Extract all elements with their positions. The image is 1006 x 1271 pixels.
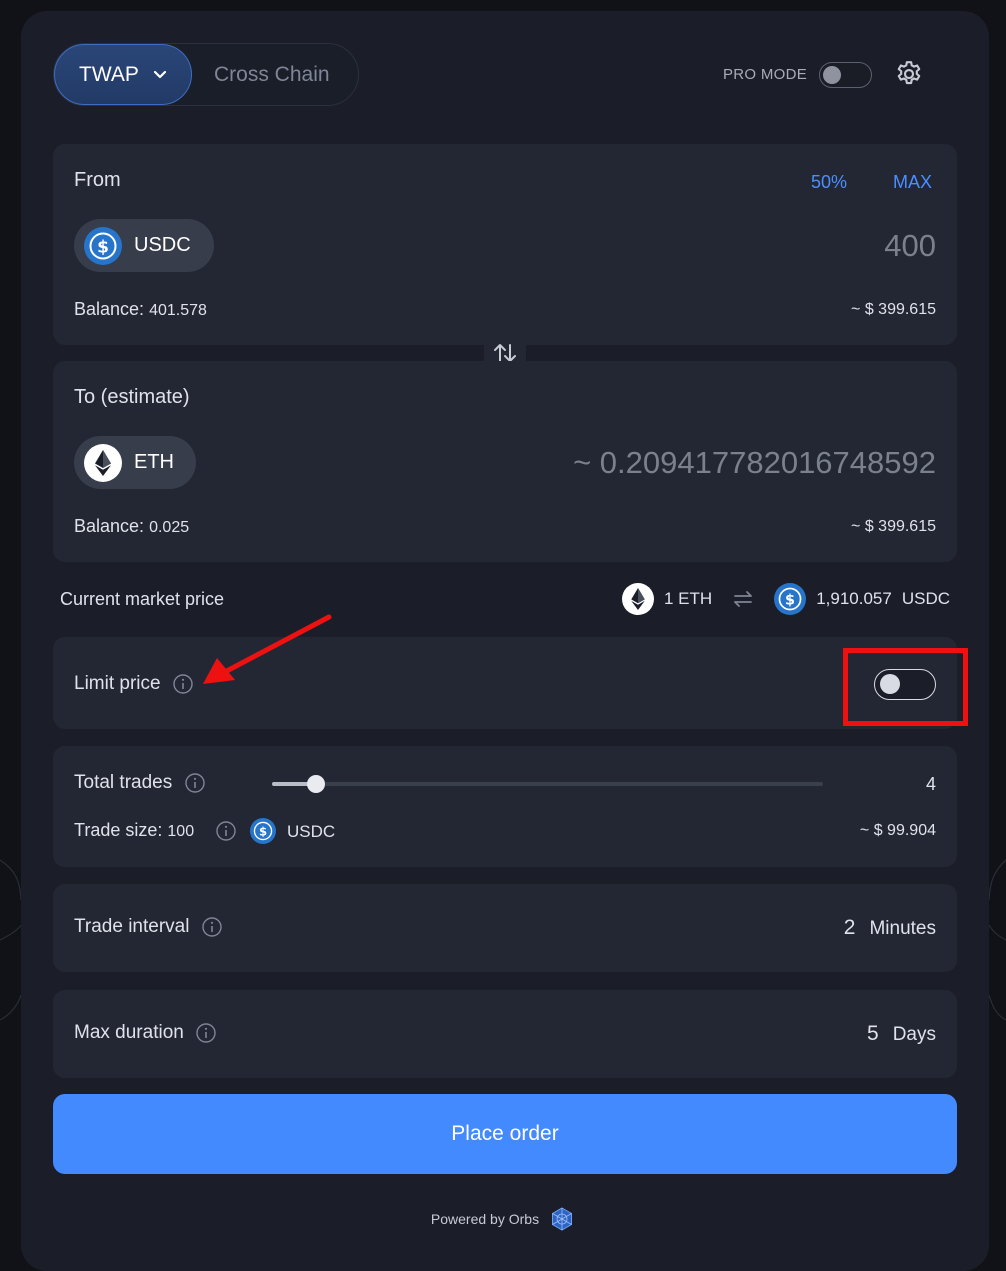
from-usd-value: ~ $ 399.615 [851,301,936,318]
toggle-knob [823,66,841,84]
from-balance-label: Balance: [74,299,145,319]
from-token-symbol: USDC [134,234,191,256]
to-usd-value: ~ $ 399.615 [851,518,936,535]
limit-price-label: Limit price [74,673,194,695]
total-trades-label: Total trades [74,772,206,794]
max-button[interactable]: MAX [893,172,932,193]
trade-interval-text: Trade interval [74,916,190,938]
from-panel: From 50% MAX $ USDC 400 Balance: 401.578… [53,144,957,345]
chevron-down-icon [153,70,167,78]
svg-text:$: $ [97,237,109,257]
cross-chain-mode-button[interactable]: Cross Chain [214,44,330,105]
pro-mode-toggle[interactable] [819,62,872,88]
twap-mode-label: TWAP [79,62,139,86]
svg-text:$: $ [259,824,267,838]
fifty-percent-button[interactable]: 50% [811,172,847,193]
gear-icon[interactable] [894,59,924,89]
total-trades-slider[interactable] [272,775,823,793]
info-icon[interactable] [184,772,206,794]
usdc-icon: $ [774,583,807,615]
slider-thumb[interactable] [307,775,325,793]
info-icon[interactable] [172,673,194,695]
limit-price-panel: Limit price [53,637,957,729]
max-duration-unit-select[interactable]: Days [893,1024,936,1046]
from-amount-input[interactable]: 400 [884,228,936,264]
place-order-button[interactable]: Place order [53,1094,957,1174]
max-duration-panel: Max duration 5 Days [53,990,957,1078]
market-price-right-token: USDC [901,589,950,608]
from-token-selector[interactable]: $ USDC [74,219,214,272]
max-duration-value-input[interactable]: 5 [867,1022,879,1046]
exchange-arrows-icon[interactable] [730,588,756,610]
from-label: From [74,169,121,191]
trade-interval-label: Trade interval [74,916,223,938]
to-panel: To (estimate) ETH ~ 0.209417782016748592… [53,361,957,562]
info-icon[interactable] [195,1022,217,1044]
total-trades-panel: Total trades 4 Trade size: 100 $ USDC ~ … [53,746,957,867]
eth-icon [622,583,654,615]
to-balance-label: Balance: [74,516,145,536]
max-duration-text: Max duration [74,1022,184,1044]
trade-size-label: Trade size: [74,820,163,840]
market-price-left: 1 ETH [664,589,713,608]
trade-size: Trade size: 100 [74,820,194,841]
to-token-symbol: ETH [134,451,174,473]
trade-size-token: USDC [287,822,336,841]
toggle-knob [880,674,900,694]
to-amount-output: ~ 0.209417782016748592 [573,445,936,480]
powered-by: Powered by Orbs [0,1206,1006,1232]
powered-by-text[interactable]: Powered by Orbs [431,1211,539,1227]
eth-icon [84,443,122,482]
trade-interval-unit-select[interactable]: Minutes [869,918,936,940]
from-balance-value: 401.578 [149,302,207,319]
trade-interval-value-input[interactable]: 2 [844,916,856,940]
twap-mode-button[interactable]: TWAP [54,44,192,105]
usdc-icon: $ [84,226,122,265]
usdc-icon: $ [250,818,276,844]
pro-mode-label: PRO MODE [723,66,808,83]
total-trades-text: Total trades [74,772,173,794]
max-duration-label: Max duration [74,1022,217,1044]
trade-interval-panel: Trade interval 2 Minutes [53,884,957,972]
from-balance: Balance: 401.578 [74,299,207,320]
mode-selector: TWAP Cross Chain [53,43,359,106]
total-trades-value: 4 [925,774,936,794]
to-label: To (estimate) [74,386,190,408]
limit-price-toggle[interactable] [874,669,936,700]
max-duration-setting: 5 Days [867,1022,936,1046]
annotation-arrow [203,614,332,684]
info-icon[interactable] [201,916,223,938]
trade-interval-setting: 2 Minutes [844,916,936,940]
trade-size-value: 100 [167,823,195,840]
to-balance: Balance: 0.025 [74,516,189,537]
orbs-logo-icon [552,1207,573,1231]
market-price-row: 1 ETH $ 1,910.057 USDC [622,583,950,615]
market-price-label: Current market price [60,589,225,609]
svg-text:$: $ [785,592,795,608]
info-icon[interactable] [215,820,237,842]
limit-price-text: Limit price [74,673,161,695]
trade-size-usd: ~ $ 99.904 [859,822,936,839]
to-balance-value: 0.025 [149,519,190,536]
market-price-right-value: 1,910.057 [816,589,892,608]
to-token-selector[interactable]: ETH [74,436,196,489]
